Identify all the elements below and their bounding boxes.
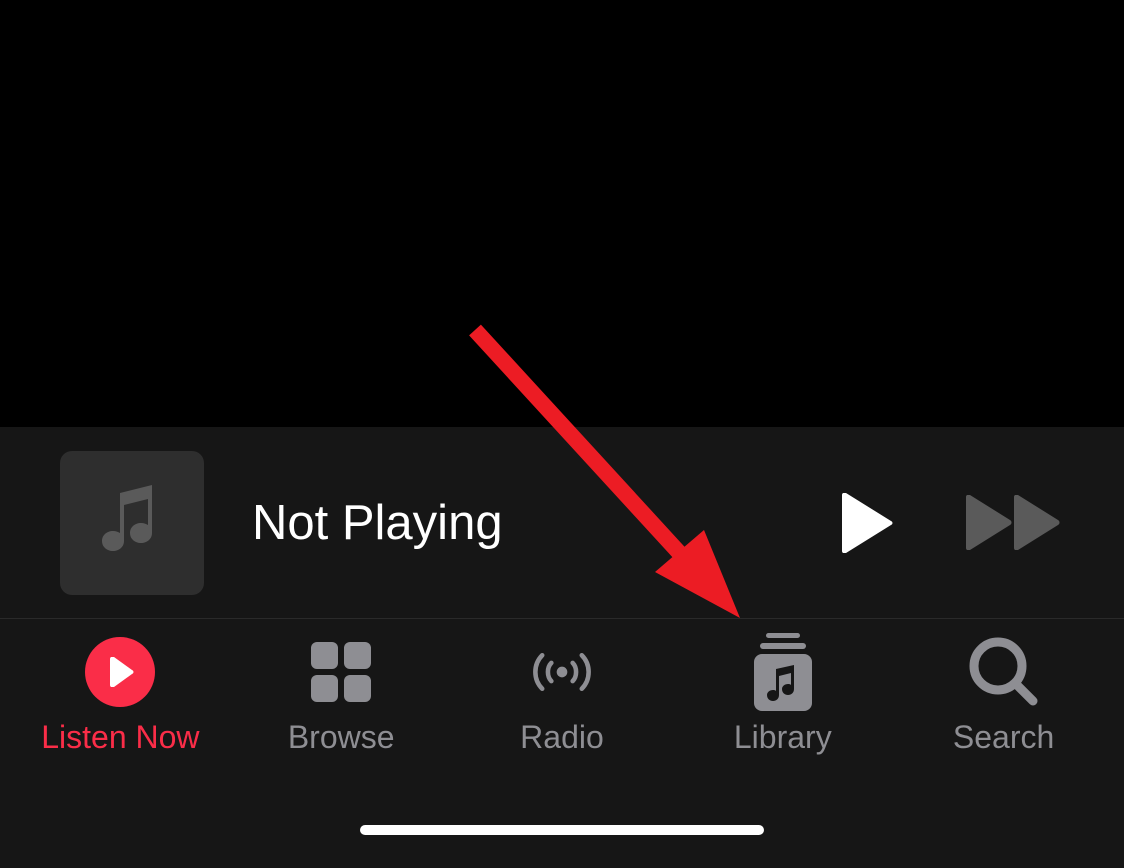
now-playing-status: Not Playing xyxy=(252,495,839,551)
library-stack-icon xyxy=(748,637,818,707)
play-button[interactable] xyxy=(839,493,894,553)
tab-label-browse: Browse xyxy=(288,719,395,756)
album-art-placeholder xyxy=(60,451,204,595)
tab-bar: Listen Now Browse Radio xyxy=(0,619,1124,791)
now-playing-bar[interactable]: Not Playing xyxy=(0,427,1124,619)
next-track-button[interactable] xyxy=(964,495,1064,550)
music-note-icon xyxy=(102,485,162,560)
search-icon xyxy=(969,637,1039,707)
listen-now-icon xyxy=(85,637,155,707)
tab-label-listen-now: Listen Now xyxy=(41,719,199,756)
tab-browse[interactable]: Browse xyxy=(241,637,441,756)
browse-grid-icon xyxy=(306,637,376,707)
tab-listen-now[interactable]: Listen Now xyxy=(20,637,220,756)
content-area xyxy=(0,0,1124,427)
tab-radio[interactable]: Radio xyxy=(462,637,662,756)
tab-search[interactable]: Search xyxy=(904,637,1104,756)
tab-label-radio: Radio xyxy=(520,719,604,756)
tab-label-library: Library xyxy=(734,719,832,756)
playback-controls xyxy=(839,493,1064,553)
radio-waves-icon xyxy=(527,637,597,707)
tab-label-search: Search xyxy=(953,719,1054,756)
tab-library[interactable]: Library xyxy=(683,637,883,756)
home-indicator[interactable] xyxy=(360,825,764,835)
home-indicator-area xyxy=(0,791,1124,868)
